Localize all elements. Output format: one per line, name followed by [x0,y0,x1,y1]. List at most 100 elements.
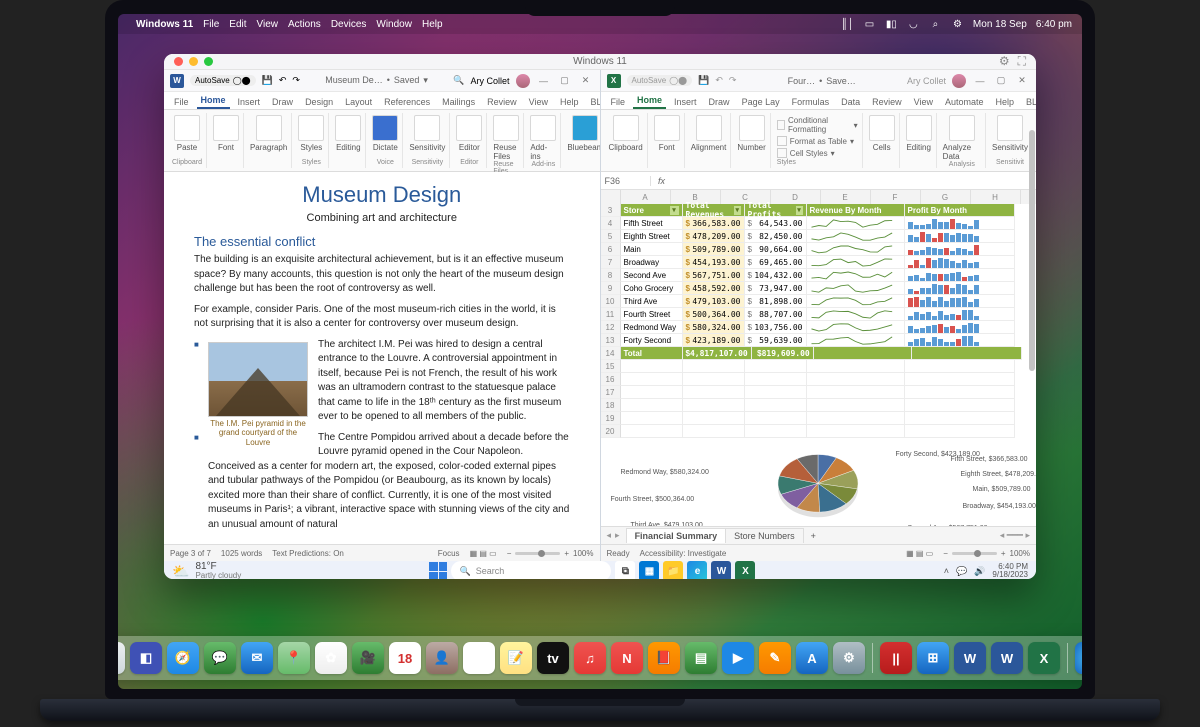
scrollbar-thumb[interactable] [1029,130,1035,371]
edge-icon[interactable]: e [687,561,707,579]
ribbon-tab[interactable]: Review [483,95,521,109]
excel-taskbar-icon[interactable]: X [735,561,755,579]
fx-icon[interactable]: fx [651,176,673,186]
minimize-icon[interactable] [189,57,198,66]
ribbon-tab[interactable]: File [607,95,630,109]
control-center-icon[interactable]: ⚙ [951,18,964,31]
ribbon-tab[interactable]: Help [992,95,1019,109]
undo-icon[interactable]: ↶ [715,75,723,86]
word-dock-icon[interactable]: W [954,642,986,674]
add-sheet-button[interactable]: + [803,531,824,541]
photos-icon[interactable]: ✿ [315,642,347,674]
chevron-up-icon[interactable]: ˄ [944,566,949,576]
word-document[interactable]: Museum Design Combining art and architec… [164,172,600,544]
music-icon[interactable]: ♫ [574,642,606,674]
start-button[interactable] [429,562,447,579]
maximize-button[interactable]: ▢ [557,75,573,86]
contacts-icon[interactable]: 👤 [426,642,458,674]
ribbon-tab[interactable]: Home [633,93,666,109]
search-icon[interactable]: ⌕ [929,18,942,31]
ribbon-tab[interactable]: Draw [705,95,734,109]
news-icon[interactable]: N [611,642,643,674]
close-button[interactable]: ✕ [578,75,594,86]
excel-grid[interactable]: ABCDEFGH 3Store ▾Total Revenues ▾Total P… [601,190,1037,526]
ribbon-tab[interactable]: Review [868,95,906,109]
ribbon-tab[interactable]: Formulas [788,95,834,109]
ribbon-tab[interactable]: References [380,95,434,109]
menubar-app[interactable]: Windows 11 [136,19,193,30]
ribbon-tab[interactable]: Help [556,95,583,109]
sheet-tab[interactable]: Financial Summary [626,528,727,543]
ribbon-tab[interactable]: File [170,95,193,109]
view-icons[interactable]: ▦ ▤ ▭ [906,549,933,558]
calendar-icon[interactable]: 18 [389,642,421,674]
sheet-tab[interactable]: Store Numbers [725,528,804,543]
books-icon[interactable]: 📕 [648,642,680,674]
redo-icon[interactable]: ↷ [292,75,300,86]
undo-icon[interactable]: ↶ [279,75,287,86]
save-icon[interactable]: 💾 [698,75,709,86]
view-icons[interactable]: ▦ ▤ ▭ [470,549,497,558]
ribbon-tab[interactable]: View [910,95,937,109]
ribbon-tab[interactable]: Draw [268,95,297,109]
wifi-icon[interactable]: ◡ [907,18,920,31]
mail-icon[interactable]: ✉ [241,642,273,674]
battery-icon[interactable]: ▮▯ [885,18,898,31]
ribbon-tab[interactable]: Design [301,95,337,109]
word-taskbar-icon[interactable]: W [711,561,731,579]
ribbon-tab[interactable]: Insert [234,95,265,109]
menubar-time[interactable]: 6:40 pm [1036,19,1072,30]
sound-icon[interactable]: 🔊 [974,566,985,577]
search-icon[interactable]: 🔍 [453,75,464,86]
ribbon-tab[interactable]: Data [837,95,864,109]
ribbon-tab[interactable]: BLUEBE [1022,95,1036,109]
app-icon[interactable]: ◧ [130,642,162,674]
settings-icon[interactable]: ⚙ [833,642,865,674]
appstore-icon[interactable]: A [796,642,828,674]
pages-icon[interactable]: ✎ [759,642,791,674]
tv-icon[interactable]: tv [537,642,569,674]
download-icon[interactable]: ● [1075,642,1082,674]
taskbar-clock[interactable]: 6:40 PM9/18/2023 [992,563,1028,579]
excel-dock-icon[interactable]: X [1028,642,1060,674]
ribbon-tab[interactable]: Page Lay [738,95,784,109]
ribbon-tab[interactable]: Home [197,93,230,109]
weather-widget[interactable]: 81°F Partly cloudy [189,562,241,579]
parallels-icon[interactable]: || [880,642,912,674]
reminders-icon[interactable]: ☑ [463,642,495,674]
focus-button[interactable]: Focus [438,549,460,558]
name-box[interactable]: F36 [601,176,651,186]
expand-icon[interactable]: ⛶ [1018,54,1026,69]
zoom-icon[interactable] [204,57,213,66]
page-indicator[interactable]: Page 3 of 7 [170,549,211,558]
taskbar-search[interactable]: 🔍 Search [451,561,611,579]
numbers-icon[interactable]: ▤ [685,642,717,674]
messages-icon[interactable]: 💬 [204,642,236,674]
ribbon-tab[interactable]: Automate [941,95,988,109]
chat-icon[interactable]: 💬 [956,566,967,577]
word-dock-icon[interactable]: W [991,642,1023,674]
avatar[interactable] [952,74,966,88]
ribbon-tab[interactable]: BLUEBEAM [587,95,600,109]
coherence-icon[interactable]: ║│ [841,18,854,31]
minimize-button[interactable]: — [536,76,552,86]
widgets-icon[interactable]: ▦ [639,561,659,579]
explorer-icon[interactable]: 📁 [663,561,683,579]
launchpad-icon[interactable]: ⊞ [118,642,125,674]
menubar-date[interactable]: Mon 18 Sep [973,19,1027,30]
facetime-icon[interactable]: 🎥 [352,642,384,674]
save-icon[interactable]: 💾 [262,75,273,86]
ribbon-tab[interactable]: View [525,95,552,109]
notes-icon[interactable]: 📝 [500,642,532,674]
vm-titlebar[interactable]: Windows 11 ⚙ ⛶ [164,54,1036,70]
safari-icon[interactable]: 🧭 [167,642,199,674]
redo-icon[interactable]: ↷ [729,75,737,86]
ribbon-tab[interactable]: Layout [341,95,376,109]
ribbon-tab[interactable]: Insert [670,95,701,109]
ribbon-tab[interactable]: Mailings [438,95,479,109]
display-icon[interactable]: ▭ [863,18,876,31]
autosave-toggle[interactable]: AutoSave ◯⬤ [627,75,693,86]
win-icon[interactable]: ⊞ [917,642,949,674]
gear-icon[interactable]: ⚙ [999,54,1010,69]
word-count[interactable]: 1025 words [221,549,262,558]
